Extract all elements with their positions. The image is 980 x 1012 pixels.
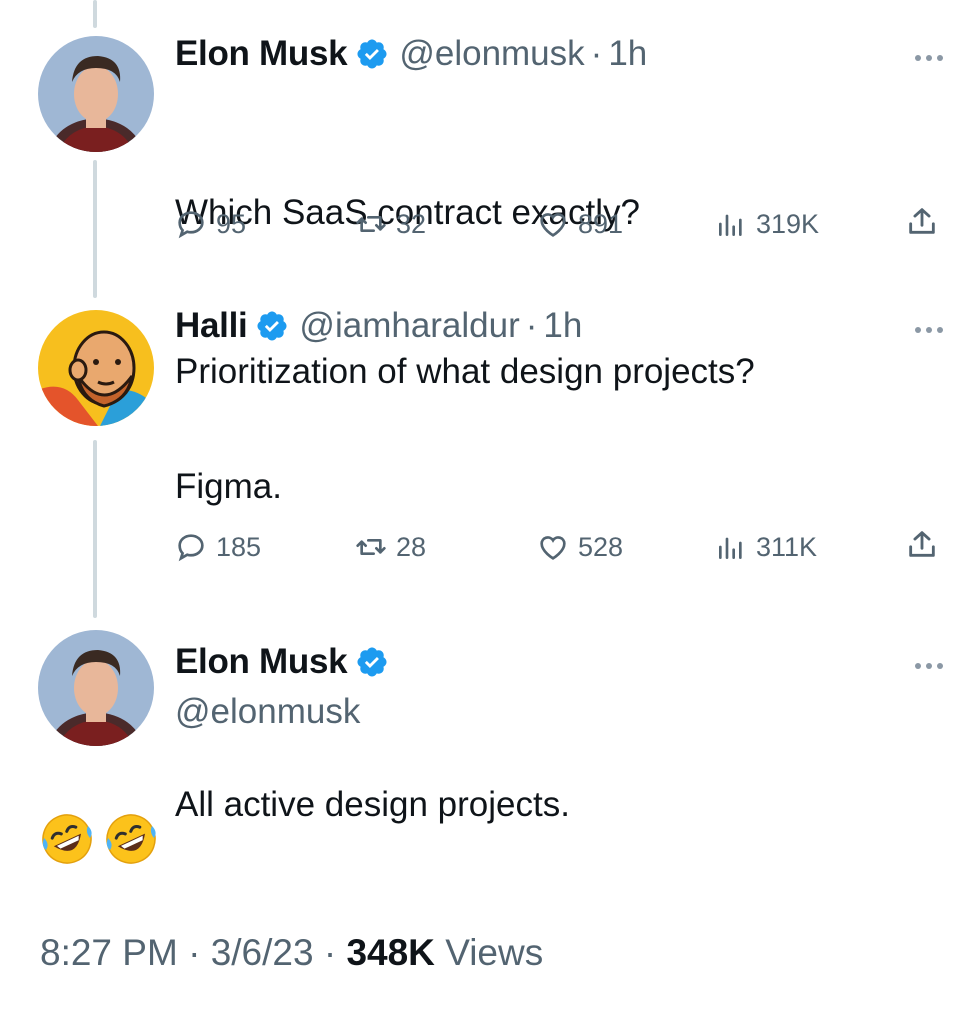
share-icon: [909, 208, 935, 234]
separator: ·: [323, 932, 337, 973]
tweet-date[interactable]: 3/6/23: [211, 932, 314, 973]
views-total: 348K: [346, 932, 435, 973]
analytics-icon: [719, 537, 742, 559]
retweet-icon: [356, 216, 386, 232]
more-icon[interactable]: [914, 50, 944, 61]
share-button[interactable]: [905, 527, 939, 566]
like-count: 528: [578, 531, 624, 562]
retweet-button[interactable]: 28: [355, 527, 426, 567]
tweet-time[interactable]: 1h: [543, 306, 582, 346]
verified-badge-icon: [355, 37, 389, 71]
more-icon[interactable]: [914, 322, 944, 333]
more-icon[interactable]: [914, 658, 944, 669]
avatar-iamharaldur[interactable]: [38, 310, 154, 426]
main-tweet-author: Elon Musk: [175, 642, 399, 682]
like-count: 891: [578, 208, 624, 239]
views-label: Views: [445, 932, 544, 973]
tweet-text-line: Figma.: [175, 467, 282, 506]
analytics-icon: [719, 214, 742, 236]
reply-icon: [178, 534, 204, 562]
tweet-header: Halli @iamharaldur · 1h: [175, 306, 582, 346]
retweet-icon: [356, 539, 386, 555]
avatar-elonmusk[interactable]: [38, 36, 154, 152]
retweet-count: 32: [396, 208, 427, 239]
thread-line-2: [93, 440, 97, 618]
share-icon: [909, 531, 935, 557]
author-name[interactable]: Halli: [175, 306, 248, 346]
reply-count: 95: [216, 208, 247, 239]
tweet-metadata: 8:27 PM · 3/6/23 · 348K Views: [40, 932, 543, 974]
thread-line-1: [93, 160, 97, 298]
retweet-button[interactable]: 32: [355, 204, 426, 244]
tweet-time[interactable]: 1h: [608, 34, 647, 74]
reply-button[interactable]: 95: [175, 204, 246, 244]
reply-count: 185: [216, 531, 262, 562]
thread-line-top: [93, 0, 97, 28]
reply-button[interactable]: 185: [175, 527, 261, 567]
verified-badge-icon: [255, 309, 289, 343]
author-handle[interactable]: @elonmusk: [399, 34, 584, 74]
tweet-timestamp[interactable]: 8:27 PM: [40, 932, 178, 973]
heart-icon: [540, 213, 566, 237]
views-count: 311K: [756, 531, 818, 562]
author-handle[interactable]: @elonmusk: [175, 692, 360, 732]
reply-icon: [178, 211, 204, 239]
like-button[interactable]: 528: [537, 527, 623, 567]
heart-icon: [540, 536, 566, 560]
views-button[interactable]: 319K: [715, 204, 819, 244]
tweet-header: Elon Musk @elonmusk · 1h: [175, 34, 647, 74]
tweet-text: Figma. All active design projects.: [175, 354, 570, 884]
rofl-emoji-icon: [40, 812, 94, 866]
separator: ·: [525, 306, 538, 345]
tweet-actions: 185 28 528 311K: [175, 527, 950, 567]
tweet-actions: 95 32 891 319K: [175, 204, 950, 244]
views-count: 319K: [756, 208, 820, 239]
separator: ·: [188, 932, 201, 973]
author-name[interactable]: Elon Musk: [175, 642, 348, 682]
author-name[interactable]: Elon Musk: [175, 34, 348, 74]
main-tweet-handle-row: @elonmusk: [175, 692, 360, 732]
avatar-elonmusk[interactable]: [38, 630, 154, 746]
main-tweet-text: [40, 812, 158, 866]
tweet-text-line: All active design projects.: [175, 785, 570, 824]
like-button[interactable]: 891: [537, 204, 623, 244]
share-button[interactable]: [905, 204, 939, 243]
verified-badge-icon: [355, 645, 389, 679]
retweet-count: 28: [396, 531, 427, 562]
views-button[interactable]: 311K: [715, 527, 817, 567]
separator: ·: [590, 34, 603, 73]
author-handle[interactable]: @iamharaldur: [299, 306, 519, 346]
rofl-emoji-icon: [104, 812, 158, 866]
